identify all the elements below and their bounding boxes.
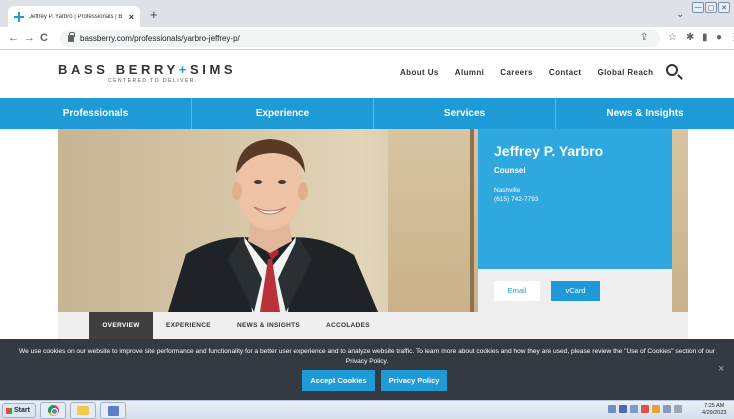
top-nav-careers[interactable]: Careers	[500, 68, 533, 77]
logo-wordmark: BASS BERRY+SIMS	[58, 62, 237, 77]
close-icon[interactable]: ×	[718, 363, 724, 375]
forward-arrow-icon[interactable]: →	[24, 32, 35, 44]
bookmark-star-icon[interactable]: ☆	[668, 32, 677, 43]
privacy-policy-button[interactable]: Privacy Policy	[381, 370, 447, 391]
lock-icon[interactable]	[68, 32, 75, 42]
tray-network-icon[interactable]	[619, 405, 627, 413]
tray-speaker-icon[interactable]	[663, 405, 671, 413]
start-button[interactable]: Start	[2, 403, 36, 418]
new-tab-button[interactable]: +	[150, 7, 158, 22]
search-icon[interactable]	[666, 64, 678, 76]
top-nav-global-reach[interactable]: Global Reach	[597, 68, 653, 77]
profile-icon[interactable]: ●	[716, 32, 722, 43]
taskbar-media-player[interactable]	[100, 402, 126, 419]
tab-news-insights[interactable]: NEWS & INSIGHTS	[237, 312, 300, 339]
tray-volume-icon[interactable]	[674, 405, 682, 413]
minimize-button[interactable]: —	[692, 2, 704, 13]
restore-button[interactable]: ▢	[705, 2, 717, 13]
profile-phone[interactable]: (615) 742-7793	[494, 196, 656, 203]
address-bar-row: ← → C bassberry.com/professionals/yarbro…	[0, 27, 734, 50]
reload-icon[interactable]: C	[40, 32, 48, 44]
tab-title: Jeffrey P. Yarbro | Professionals | B	[29, 13, 123, 20]
profile-title: Counsel	[494, 166, 526, 175]
plus-favicon-icon	[14, 11, 24, 22]
tab-accolades[interactable]: ACCOLADES	[326, 312, 370, 339]
hero-wall-seam	[470, 129, 474, 312]
profile-tabs: OVERVIEW EXPERIENCE NEWS & INSIGHTS ACCO…	[58, 312, 688, 339]
share-icon[interactable]: ⇪	[640, 32, 648, 43]
logo-tagline: CENTERED TO DELIVER.	[108, 78, 198, 84]
media-player-icon	[107, 405, 119, 416]
start-label: Start	[14, 407, 30, 414]
menu-dots-icon[interactable]: ⋮	[729, 32, 734, 43]
accept-cookies-button[interactable]: Accept Cookies	[302, 370, 375, 391]
profile-info-card: Jeffrey P. Yarbro Counsel Nashville (615…	[478, 129, 672, 269]
back-arrow-icon[interactable]: ←	[8, 32, 19, 44]
tray-display-icon[interactable]	[630, 405, 638, 413]
tray-warning-icon[interactable]	[652, 405, 660, 413]
top-nav-contact[interactable]: Contact	[549, 68, 582, 77]
tray-alert-icon[interactable]	[641, 405, 649, 413]
clock-time: 7:25 AM	[704, 403, 725, 409]
tab-close-icon[interactable]: ×	[129, 12, 134, 22]
top-nav-about-us[interactable]: About Us	[400, 68, 439, 77]
clock-date: 4/29/2023	[702, 410, 727, 416]
profile-name: Jeffrey P. Yarbro	[494, 143, 604, 159]
main-nav-experience[interactable]: Experience	[192, 98, 374, 129]
site-header: BASS BERRY+SIMS CENTERED TO DELIVER. Abo…	[0, 50, 734, 98]
folder-icon	[77, 406, 89, 415]
main-nav: Professionals Experience Services News &…	[0, 98, 734, 129]
profile-contact-actions: Email vCard	[478, 269, 672, 312]
browser-tab[interactable]: Jeffrey P. Yarbro | Professionals | B ×	[8, 6, 140, 27]
system-tray	[608, 405, 682, 413]
taskbar-explorer[interactable]	[70, 402, 96, 419]
site-logo[interactable]: BASS BERRY+SIMS CENTERED TO DELIVER.	[58, 62, 236, 84]
chrome-icon	[47, 405, 59, 416]
browser-tab-bar: Jeffrey P. Yarbro | Professionals | B × …	[0, 0, 734, 27]
taskbar-clock[interactable]: 7:25 AM 4/29/2023	[702, 403, 726, 417]
main-nav-professionals[interactable]: Professionals	[0, 98, 192, 129]
profile-city[interactable]: Nashville	[494, 187, 656, 194]
extensions-icon[interactable]: ✱	[686, 32, 694, 43]
main-nav-services[interactable]: Services	[374, 98, 556, 129]
os-taskbar: Start 7:25 AM 4/29/2023	[0, 400, 734, 419]
windows-flag-icon	[6, 407, 12, 414]
cookie-message: We use cookies on our website to improve…	[19, 348, 715, 365]
tab-overview[interactable]: OVERVIEW	[89, 312, 153, 339]
url-field[interactable]: bassberry.com/professionals/yarbro-jeffr…	[60, 30, 660, 47]
top-nav: About Us Alumni Careers Contact Global R…	[400, 68, 669, 77]
main-nav-news-insights[interactable]: News & Insights	[556, 98, 734, 129]
email-button[interactable]: Email	[494, 280, 540, 301]
top-nav-alumni[interactable]: Alumni	[455, 68, 485, 77]
url-text[interactable]: bassberry.com/professionals/yarbro-jeffr…	[80, 34, 240, 43]
portrait-photo	[168, 139, 378, 312]
taskbar-chrome[interactable]	[40, 402, 66, 419]
window-controls: — ▢ ✕	[692, 2, 730, 13]
sidepanel-icon[interactable]: ▮	[702, 32, 708, 43]
tab-search-chevron-icon[interactable]: ⌄	[676, 9, 684, 20]
tray-keyboard-icon[interactable]	[608, 405, 616, 413]
tab-experience[interactable]: EXPERIENCE	[166, 312, 211, 339]
close-window-button[interactable]: ✕	[718, 2, 730, 13]
vcard-button[interactable]: vCard	[551, 280, 600, 301]
